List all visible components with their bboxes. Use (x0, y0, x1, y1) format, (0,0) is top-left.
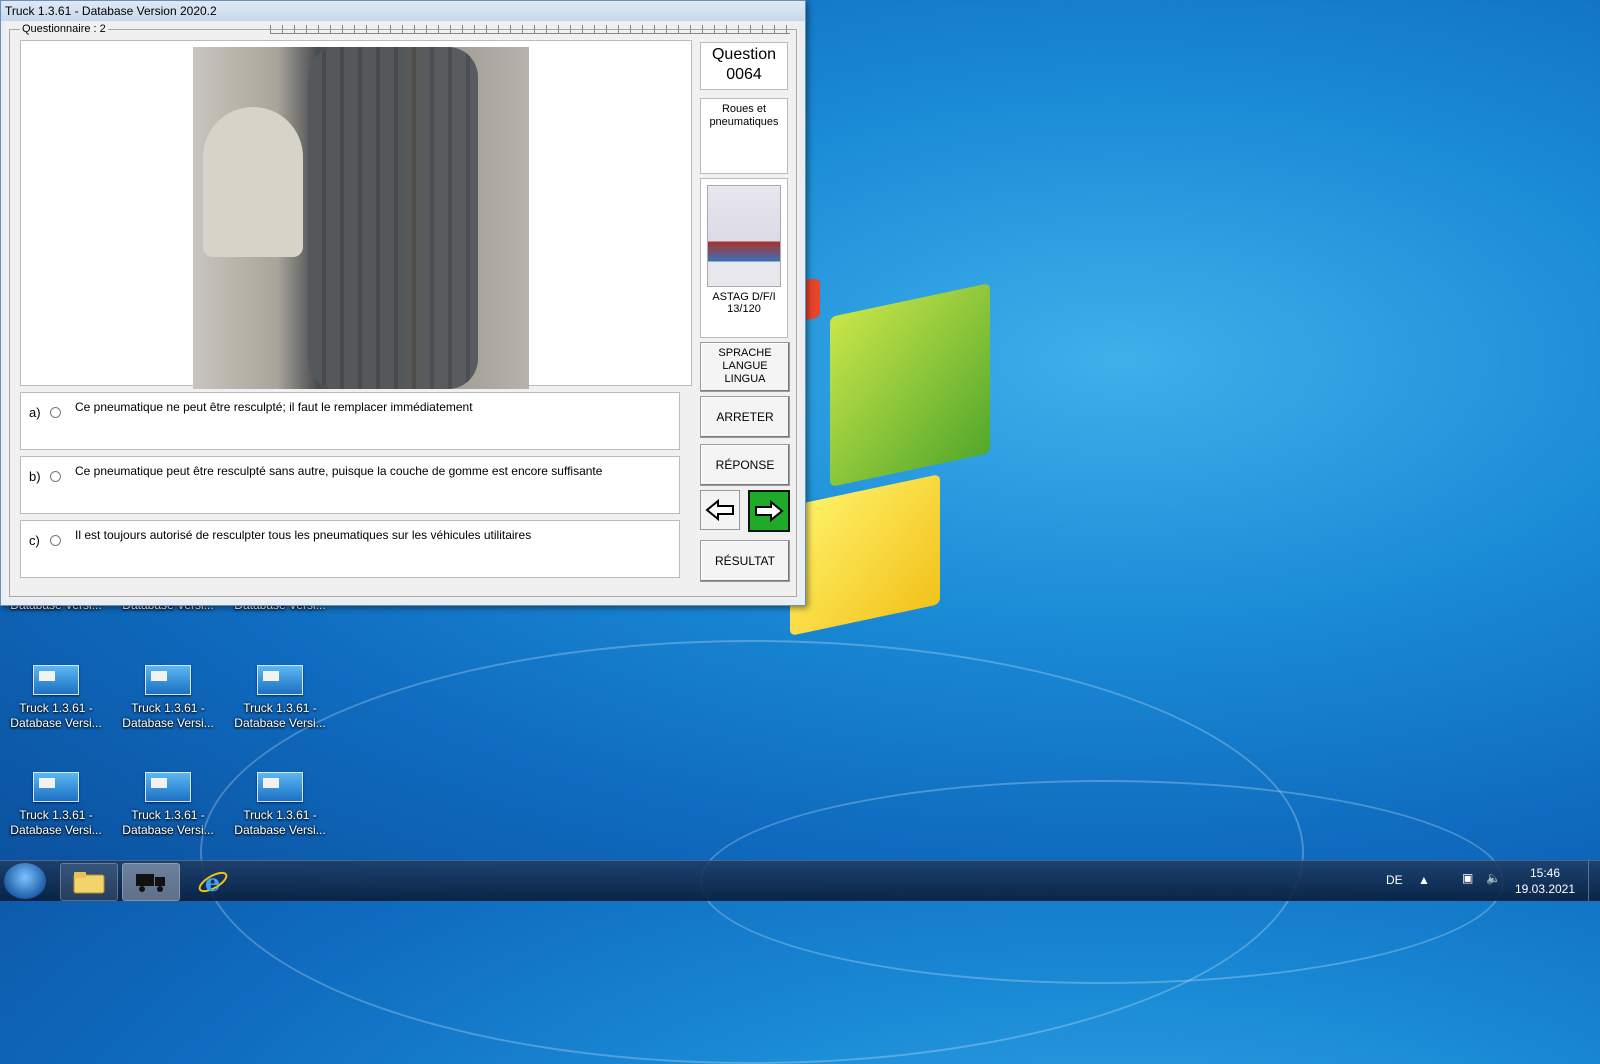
question-label: Question (711, 46, 777, 63)
result-button[interactable]: RÉSULTAT (700, 540, 790, 582)
tyre-photo-tread (308, 47, 478, 389)
truck-app-icon (257, 665, 303, 695)
folder-icon (73, 872, 105, 894)
questionnaire-label: Questionnaire : 2 (20, 23, 108, 35)
answer-radio[interactable] (50, 471, 61, 482)
question-image-panel (20, 40, 692, 389)
next-button[interactable] (748, 490, 790, 532)
questionnaire-group: Questionnaire : 2 a) Ce pneumatique ne p… (9, 23, 797, 597)
desktop-icon-truck-db[interactable]: Truck 1.3.61 - Database Versi... (1, 772, 111, 838)
network-icon[interactable]: ▣ (1462, 871, 1473, 885)
answer-letter: b) (29, 469, 41, 484)
answer-letter: c) (29, 533, 40, 548)
desktop-icon-label: Database Versi... (10, 823, 102, 837)
stop-button[interactable]: ARRETER (700, 396, 790, 438)
svg-text:e: e (205, 868, 220, 897)
answer-option-c[interactable]: c) Il est toujours autorisé de resculpte… (20, 520, 680, 578)
window-client-area: Questionnaire : 2 a) Ce pneumatique ne p… (5, 21, 799, 599)
answer-option-a[interactable]: a) Ce pneumatique ne peut être resculpté… (20, 392, 680, 450)
desktop-icon-label: Truck 1.3.61 - (19, 808, 93, 822)
language-label: LANGUE (722, 360, 768, 372)
clock-time: 15:46 (1529, 866, 1561, 880)
language-button[interactable]: SPRACHE LANGUE LINGUA (700, 342, 790, 392)
desktop-icon-truck-db[interactable]: Truck 1.3.61 - Database Versi... (1, 665, 111, 731)
truck-app-icon (33, 665, 79, 695)
question-number-box: Question 0064 (700, 42, 788, 90)
answer-radio[interactable] (50, 407, 61, 418)
desktop-icon-label: Truck 1.3.61 - (19, 701, 93, 715)
tyre-photo (193, 47, 529, 389)
book-ref-line1: ASTAG D/F/I (712, 291, 776, 303)
book-cover-image (707, 185, 781, 287)
answer-text: Ce pneumatique ne peut être resculpté; i… (75, 400, 473, 414)
book-ref-line2: 13/120 (727, 303, 761, 315)
desktop-icon-label: Database Versi... (10, 716, 102, 730)
answer-text: Ce pneumatique peut être resculpté sans … (75, 464, 603, 478)
previous-button[interactable] (700, 490, 740, 530)
reference-book-box: ASTAG D/F/I 13/120 (700, 178, 788, 338)
truck-app-icon (145, 665, 191, 695)
taskbar: e DE ▲ ▣ 🔈 15:46 19.03.2021 (0, 860, 1600, 901)
category-text: Roues et pneumatiques (709, 103, 779, 128)
category-box: Roues et pneumatiques (700, 98, 788, 174)
app-window: Truck 1.3.61 - Database Version 2020.2 Q… (0, 0, 806, 606)
clock-date: 19.03.2021 (1514, 882, 1576, 896)
show-desktop-button[interactable] (1588, 861, 1600, 901)
answer-button[interactable]: RÉPONSE (700, 444, 790, 486)
internet-explorer-taskbar-button[interactable]: e (184, 863, 242, 901)
desktop-icon-truck-db[interactable]: Truck 1.3.61 - Database Versi... (113, 665, 223, 731)
desktop-icon-truck-db[interactable]: Truck 1.3.61 - Database Versi... (113, 772, 223, 838)
answer-letter: a) (29, 405, 41, 420)
desktop-icon-label: Truck 1.3.61 - (131, 701, 205, 715)
desktop-icon-label: Database Versi... (234, 823, 326, 837)
language-label: LINGUA (724, 373, 766, 385)
tyre-photo-hub (203, 107, 303, 257)
window-title: Truck 1.3.61 - Database Version 2020.2 (1, 1, 805, 21)
desktop-icon-label: Truck 1.3.61 - (131, 808, 205, 822)
clock[interactable]: 15:46 19.03.2021 (1510, 865, 1580, 897)
answer-radio[interactable] (50, 535, 61, 546)
internet-explorer-icon: e (198, 868, 228, 897)
windows-logo (790, 277, 1020, 640)
desktop-icon-label: Database Versi... (122, 823, 214, 837)
desktop-icon-label: Truck 1.3.61 - (243, 808, 317, 822)
input-language-indicator[interactable]: DE (1386, 873, 1403, 887)
show-hidden-icons-chevron-icon[interactable]: ▲ (1418, 873, 1430, 887)
desktop-icon-truck-db[interactable]: Truck 1.3.61 - Database Versi... (225, 665, 335, 731)
desktop-icon-label: Truck 1.3.61 - (243, 701, 317, 715)
desktop-icon-label: Database Versi... (234, 716, 326, 730)
language-label: SPRACHE (718, 347, 772, 359)
truck-app-taskbar-button[interactable] (122, 863, 180, 901)
question-number: 0064 (726, 66, 762, 83)
explorer-taskbar-button[interactable] (60, 863, 118, 901)
desktop-icon-truck-db[interactable]: Truck 1.3.61 - Database Versi... (225, 772, 335, 838)
truck-app-icon (33, 772, 79, 802)
arrow-right-icon (755, 500, 784, 522)
volume-icon[interactable]: 🔈 (1486, 871, 1501, 885)
answer-text: Il est toujours autorisé de resculpter t… (75, 528, 532, 542)
truck-app-icon (257, 772, 303, 802)
arrow-left-icon (705, 499, 734, 521)
desktop-icon-label: Database Versi... (122, 716, 214, 730)
progress-ticks (270, 25, 790, 34)
truck-icon (136, 874, 165, 892)
answer-option-b[interactable]: b) Ce pneumatique peut être resculpté sa… (20, 456, 680, 514)
start-button[interactable] (4, 863, 46, 899)
truck-app-icon (145, 772, 191, 802)
